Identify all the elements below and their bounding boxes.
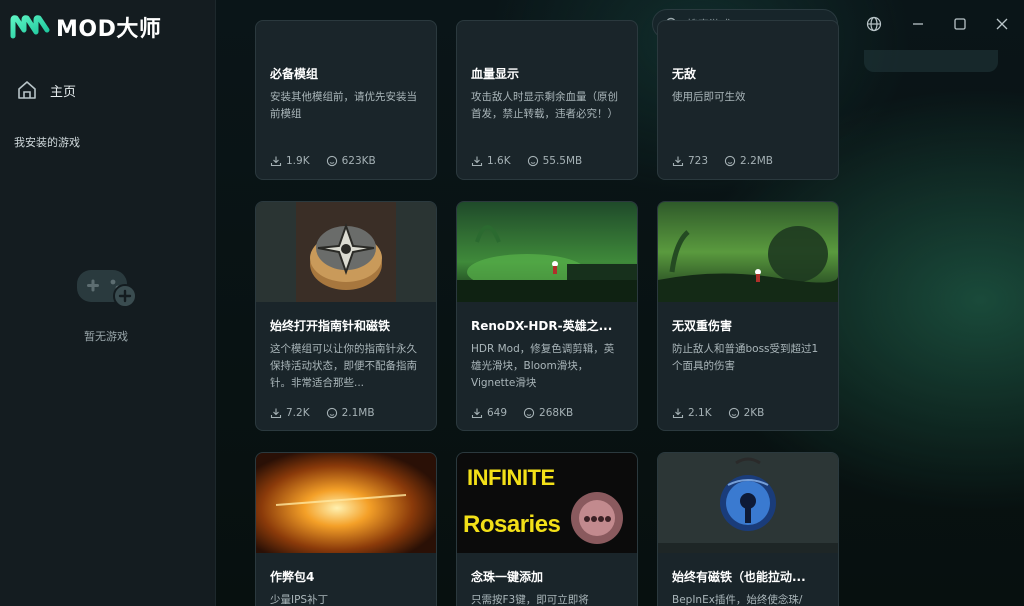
mod-card[interactable]: 始终有磁铁（也能拉动... BepInEx插件，始终使念珠/ <box>657 452 839 606</box>
mod-stats: 1.9K 623KB <box>270 155 376 167</box>
download-icon <box>270 156 282 167</box>
empty-games-text: 暂无游戏 <box>84 330 128 343</box>
explosion-thumbnail <box>256 453 436 553</box>
magnet-thumbnail <box>658 453 838 553</box>
download-count: 7.2K <box>286 407 310 419</box>
download-icon <box>672 156 684 167</box>
sidebar: MOD大师 主页 我安装的游戏 暂无游戏 <box>0 0 216 606</box>
game-scene-thumbnail <box>457 202 637 302</box>
mod-description: 安装其他模组前，请优先安装当前模组 <box>270 91 417 120</box>
file-size-icon <box>523 407 535 419</box>
maximize-icon <box>954 18 966 30</box>
file-size: 2KB <box>743 407 765 419</box>
mod-title: 无敌 <box>672 67 697 81</box>
mod-description: 这个模组可以让你的指南针永久保持活动状态，即便不配备指南针。非常适合那些... <box>270 343 417 389</box>
game-scene-thumbnail <box>658 202 838 302</box>
mod-description: BepInEx插件，始终使念珠/ <box>672 594 803 606</box>
download-icon <box>471 156 483 167</box>
mod-description: 使用后即可生效 <box>672 91 746 103</box>
mod-stats: 7.2K 2.1MB <box>270 407 375 419</box>
close-icon <box>996 18 1008 30</box>
compass-thumbnail <box>256 202 436 302</box>
file-size: 2.1MB <box>341 407 375 419</box>
download-count: 1.9K <box>286 155 310 167</box>
mod-card[interactable]: 必备模组 安装其他模组前，请优先安装当前模组 1.9K 623KB <box>255 20 437 180</box>
decorative-panel <box>864 50 998 72</box>
file-size: 268KB <box>539 407 574 419</box>
download-count: 1.6K <box>487 155 511 167</box>
download-count: 2.1K <box>688 407 712 419</box>
file-size-icon <box>728 407 739 419</box>
mod-title: 始终打开指南针和磁铁 <box>270 319 391 333</box>
mod-stats: 1.6K 55.5MB <box>471 155 582 167</box>
language-button[interactable] <box>864 14 884 34</box>
mod-card[interactable]: RenoDX-HDR-英雄之... HDR Mod，修复色调剪辑，英雄光滑块，B… <box>456 201 638 431</box>
minimize-button[interactable] <box>908 14 928 34</box>
close-button[interactable] <box>992 14 1012 34</box>
file-size: 55.5MB <box>542 155 583 167</box>
home-icon <box>18 81 36 99</box>
mod-description: 只需按F3键，即可立即将 <box>471 594 589 606</box>
rosary-icon <box>571 492 623 544</box>
file-size: 623KB <box>341 155 376 167</box>
download-icon <box>471 408 483 419</box>
file-size-icon <box>326 155 337 167</box>
mod-card[interactable]: INFINITE Rosaries 念珠一键添加 只需按F3键，即可立即将 <box>456 452 638 606</box>
download-count: 649 <box>487 407 508 419</box>
mod-stats: 649 268KB <box>471 407 573 419</box>
gamepad-icon <box>77 270 137 308</box>
installed-games-heading: 我安装的游戏 <box>14 136 80 149</box>
rosaries-thumbnail: INFINITE Rosaries <box>457 453 637 553</box>
mod-title: 念珠一键添加 <box>471 570 544 584</box>
maximize-button[interactable] <box>950 14 970 34</box>
mod-card[interactable]: 始终打开指南针和磁铁 这个模组可以让你的指南针永久保持活动状态，即便不配备指南针… <box>255 201 437 431</box>
file-size-icon <box>527 155 538 167</box>
app-logo: MOD大师 <box>10 12 161 42</box>
mod-title: 血量显示 <box>471 67 520 81</box>
download-icon <box>270 408 282 419</box>
download-count: 723 <box>688 155 709 167</box>
mod-card[interactable]: 作弊包4 少量IPS补丁 <box>255 452 437 606</box>
mod-title: 必备模组 <box>270 67 319 81</box>
thumb-title-line-1: INFINITE <box>467 465 555 490</box>
download-icon <box>672 408 684 419</box>
sidebar-item-home[interactable]: 主页 <box>16 76 196 104</box>
globe-icon <box>866 16 882 32</box>
sidebar-item-label: 主页 <box>50 84 77 100</box>
thumb-title-line-2: Rosaries <box>463 511 561 538</box>
mod-card[interactable]: 无双重伤害 防止敌人和普通boss受到超过1个面具的伤害 2.1K 2KB <box>657 201 839 431</box>
logo-icon <box>10 15 50 39</box>
mod-description: HDR Mod，修复色调剪辑，英雄光滑块，Bloom滑块，Vignette滑块 <box>471 343 615 389</box>
mod-description: 防止敌人和普通boss受到超过1个面具的伤害 <box>672 343 819 372</box>
mod-card[interactable]: 无敌 使用后即可生效 723 2.2MB <box>657 20 839 180</box>
mod-title: 始终有磁铁（也能拉动... <box>672 570 806 584</box>
mod-description: 攻击敌人时显示剩余血量（原创首发，禁止转载，违者必究！） <box>471 91 618 120</box>
mod-title: RenoDX-HDR-英雄之... <box>471 319 613 333</box>
mod-stats: 723 2.2MB <box>672 155 773 167</box>
empty-games-state: 暂无游戏 <box>66 262 146 344</box>
app-name: MOD大师 <box>56 17 162 42</box>
file-size-icon <box>326 407 337 419</box>
file-size-icon <box>724 155 736 167</box>
mod-card[interactable]: 血量显示 攻击敌人时显示剩余血量（原创首发，禁止转载，违者必究！） 1.6K 5… <box>456 20 638 180</box>
mod-title: 作弊包4 <box>270 570 315 584</box>
mod-description: 少量IPS补丁 <box>270 594 329 606</box>
mod-title: 无双重伤害 <box>672 319 733 333</box>
minimize-icon <box>913 23 923 25</box>
mod-stats: 2.1K 2KB <box>672 407 764 419</box>
file-size: 2.2MB <box>740 155 774 167</box>
